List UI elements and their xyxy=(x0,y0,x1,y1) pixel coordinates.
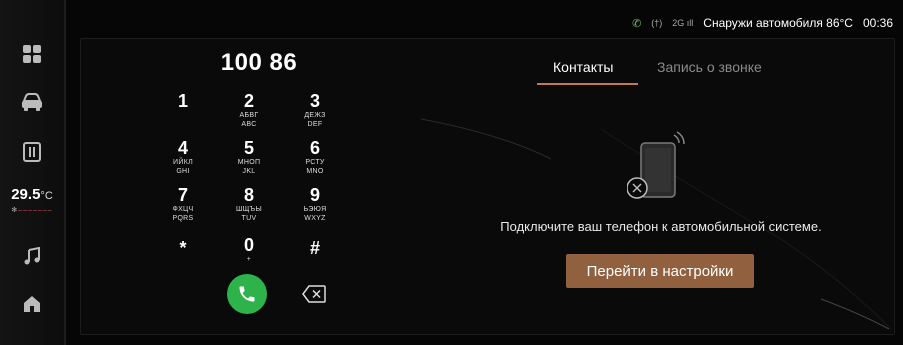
key-digit: 4 xyxy=(177,138,188,158)
climate-temp-value: 29.5 xyxy=(11,186,41,203)
key-digit: 2 xyxy=(243,91,254,111)
key-8[interactable]: 8 ШЩЪЫ TUV xyxy=(221,185,277,223)
key-letters-ru: ДЕЖЗ xyxy=(304,112,326,119)
key-letters-en: PQRS xyxy=(172,215,194,222)
clock: 00:36 xyxy=(862,16,893,30)
key-star[interactable]: * xyxy=(155,238,211,258)
key-4[interactable]: 4 ИЙКЛ GHI xyxy=(155,138,211,176)
key-letters-en: DEF xyxy=(307,121,323,128)
hotspot-icon: (†) xyxy=(651,18,663,28)
apps-grid-icon[interactable] xyxy=(16,38,48,70)
key-digit: 8 xyxy=(243,185,254,205)
key-letters-ru: ШЩЪЫ xyxy=(236,206,262,213)
key-hash[interactable]: # xyxy=(287,238,343,258)
key-digit: 7 xyxy=(177,185,188,205)
key-digit: 3 xyxy=(309,91,320,111)
dialed-number: 100 86 xyxy=(220,49,298,76)
key-letters-ru: АБВГ xyxy=(239,112,259,119)
key-5[interactable]: 5 МНОП JKL xyxy=(221,138,277,176)
backspace-icon xyxy=(302,285,326,303)
car-head-unit-screen: 29.5°C ✻––––––– ✆ (†) 2G ıll Снаружи авт… xyxy=(0,0,903,345)
key-letters-en: TUV xyxy=(241,215,257,222)
key-letters-ru: ИЙКЛ xyxy=(173,159,193,166)
music-icon[interactable] xyxy=(16,240,48,272)
key-1[interactable]: 1 xyxy=(155,91,211,111)
home-icon[interactable] xyxy=(16,288,48,320)
status-bar: ✆ (†) 2G ıll Снаружи автомобиля 86°C 00:… xyxy=(632,14,893,32)
active-tab-indicator xyxy=(537,83,638,85)
signal-label: 2G xyxy=(672,18,685,28)
key-digit: 9 xyxy=(309,185,320,205)
phone-connection-icon: ✆ xyxy=(632,17,642,30)
phone-disconnected-icon xyxy=(626,131,687,206)
key-digit: 0 xyxy=(243,235,254,255)
signal-icon: 2G ıll xyxy=(672,18,694,28)
backspace-button[interactable] xyxy=(302,285,326,303)
call-button[interactable] xyxy=(227,274,267,314)
phone-icon xyxy=(239,286,255,302)
key-letters-ru: РСТУ xyxy=(305,159,325,166)
contacts-tabs: Контакты Запись о звонке xyxy=(537,59,837,87)
car-icon[interactable] xyxy=(16,86,48,118)
key-letters-en: ABC xyxy=(241,121,257,128)
key-letters-ru: МНОП xyxy=(237,159,261,166)
key-letters-en: WXYZ xyxy=(304,215,326,222)
key-7[interactable]: 7 ФХЦЧ PQRS xyxy=(155,185,211,223)
key-letters-en: JKL xyxy=(242,168,256,175)
key-digit: 6 xyxy=(309,138,320,158)
key-9[interactable]: 9 ЬЭЮЯ WXYZ xyxy=(287,185,343,223)
outside-temperature: Снаружи автомобиля 86°C xyxy=(703,16,853,30)
tab-contacts[interactable]: Контакты xyxy=(553,59,613,75)
key-3[interactable]: 3 ДЕЖЗ DEF xyxy=(287,91,343,129)
climate-temperature[interactable]: 29.5°C ✻––––––– xyxy=(0,186,64,214)
key-digit: # xyxy=(309,238,320,258)
key-digit: * xyxy=(179,238,187,258)
key-6[interactable]: 6 РСТУ MNO xyxy=(287,138,343,176)
connect-phone-message: Подключите ваш телефон к автомобильной с… xyxy=(500,219,822,234)
climate-temp-unit: °C xyxy=(40,190,53,202)
phone-card-icon[interactable] xyxy=(16,136,48,168)
tab-call-log[interactable]: Запись о звонке xyxy=(657,59,762,75)
left-rail: 29.5°C ✻––––––– xyxy=(0,0,66,345)
key-0[interactable]: 0 + xyxy=(221,235,277,264)
key-letters-ru: ФХЦЧ xyxy=(172,206,194,213)
fan-level-icon: ✻––––––– xyxy=(11,207,53,214)
go-to-settings-button[interactable]: Перейти в настройки xyxy=(566,254,754,288)
key-digit: 1 xyxy=(177,91,188,111)
key-letters-en: MNO xyxy=(306,168,324,175)
key-letters-ru: + xyxy=(246,256,252,263)
key-letters-en: GHI xyxy=(176,168,190,175)
phone-panel: 100 86 1 2 АБВГ ABC 3 ДЕЖЗ DEF 4 ИЙКЛ GH… xyxy=(80,38,895,335)
key-digit: 5 xyxy=(243,138,254,158)
key-2[interactable]: 2 АБВГ ABC xyxy=(221,91,277,129)
key-letters-ru: ЬЭЮЯ xyxy=(303,206,327,213)
